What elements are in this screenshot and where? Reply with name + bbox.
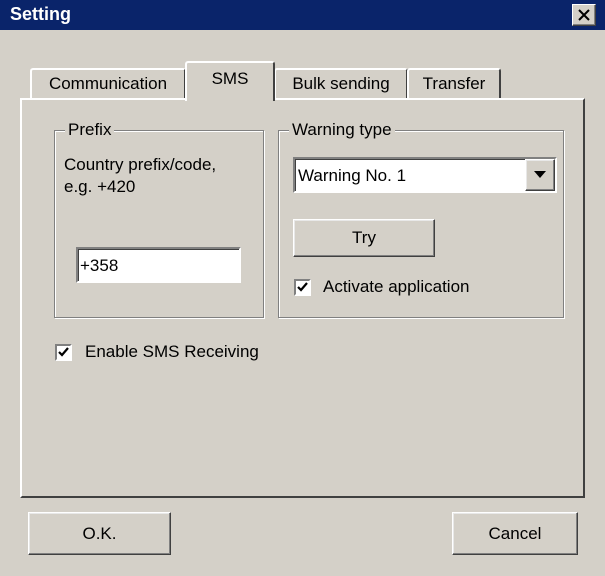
warning-type-group-label: Warning type (289, 120, 395, 140)
tab-sms[interactable]: SMS (185, 61, 275, 101)
enable-sms-receiving-checkbox[interactable] (55, 344, 72, 361)
warning-type-select[interactable]: Warning No. 1 (293, 157, 557, 193)
prefix-group-label: Prefix (65, 120, 115, 140)
sms-tab-panel: Prefix Country prefix/code, e.g. +420 +3… (20, 98, 585, 498)
tab-bulk-sending[interactable]: Bulk sending (274, 68, 408, 98)
tab-communication[interactable]: Communication (30, 68, 186, 98)
cancel-button-label: Cancel (488, 524, 542, 543)
cancel-button[interactable]: Cancel (452, 512, 578, 555)
tab-transfer[interactable]: Transfer (407, 68, 501, 98)
prefix-description: Country prefix/code, (64, 155, 217, 174)
activate-application-label: Activate application (323, 277, 470, 296)
activate-application-checkbox[interactable] (294, 279, 311, 296)
dropdown-button[interactable] (525, 159, 555, 191)
checkmark-icon (297, 282, 308, 292)
ok-button-label: O.K. (82, 524, 117, 543)
prefix-example: e.g. +420 (64, 177, 136, 196)
tab-label: Communication (48, 74, 168, 93)
chevron-down-icon (534, 171, 546, 178)
prefix-input[interactable]: +358 (76, 247, 241, 283)
enable-sms-receiving-label: Enable SMS Receiving (85, 342, 259, 361)
tab-label: SMS (211, 69, 249, 88)
checkmark-icon (58, 347, 69, 357)
try-button-label: Try (352, 228, 376, 247)
close-icon (578, 9, 590, 21)
prefix-input-value: +358 (80, 256, 119, 275)
close-button[interactable] (572, 4, 596, 26)
prefix-group: Prefix Country prefix/code, e.g. +420 +3… (54, 120, 264, 318)
window-title: Setting (10, 4, 71, 24)
tab-label: Bulk sending (292, 74, 390, 93)
try-button[interactable]: Try (293, 219, 435, 257)
ok-button[interactable]: O.K. (28, 512, 171, 555)
warning-type-selected-value: Warning No. 1 (298, 166, 407, 185)
title-bar: Setting (0, 0, 605, 30)
tab-label: Transfer (422, 74, 486, 93)
warning-type-group: Warning type Warning No. 1 Try Activate … (278, 120, 564, 318)
